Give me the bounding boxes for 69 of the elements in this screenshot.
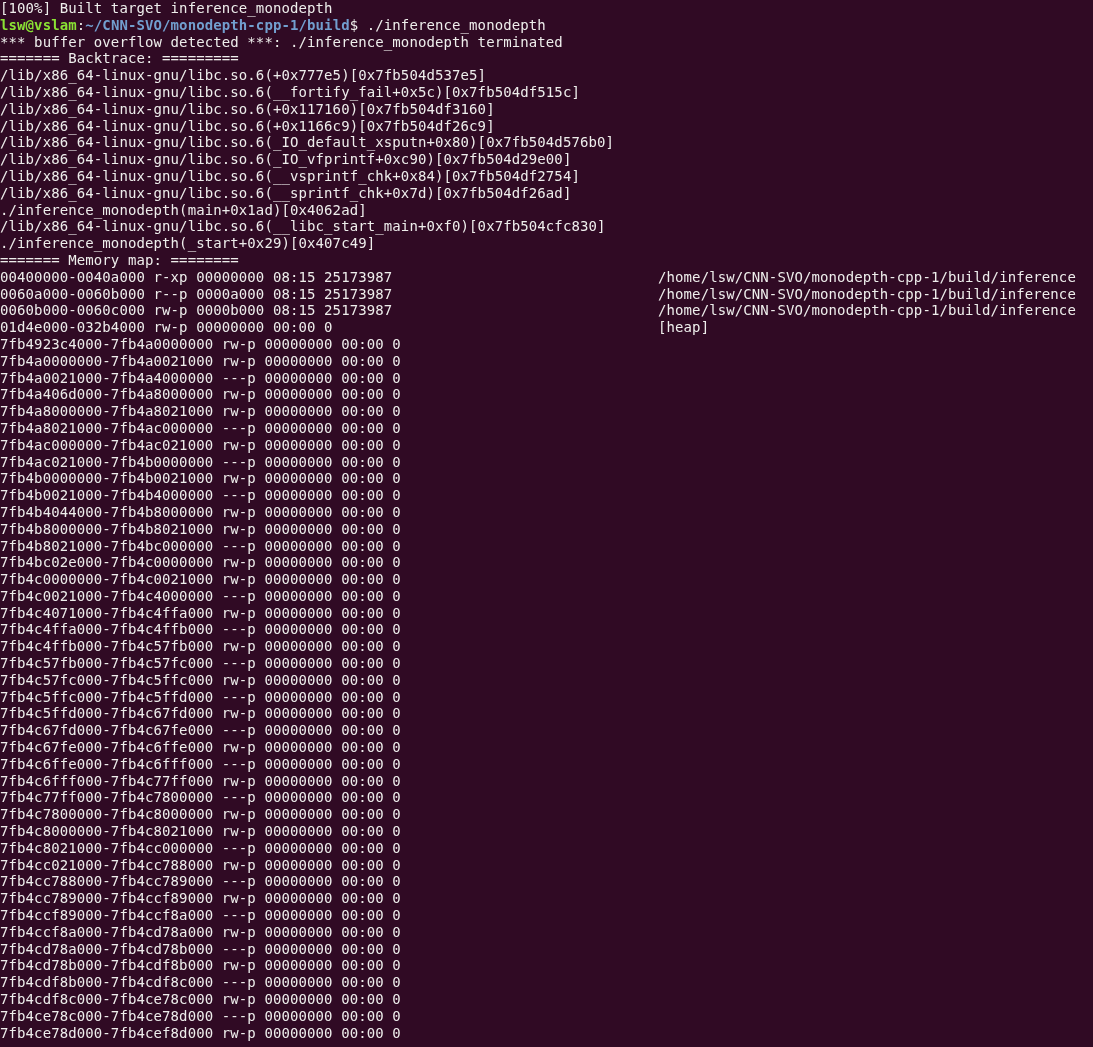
terminal-line: 7fb4b8000000-7fb4b8021000 rw-p 00000000 00:00 0 <box>0 520 402 538</box>
terminal-line: 7fb4cc788000-7fb4cc789000 ---p 00000000 00:00 0 <box>0 873 402 891</box>
terminal-line: 7fb4cc789000-7fb4ccf89000 rw-p 00000000 00:00 0 <box>0 890 402 908</box>
memory-map-entry: 0060b000-0060c000 rw-p 0000b000 08:15 25173987 <box>0 302 394 320</box>
terminal-line: 7fb4c67fe000-7fb4c6ffe000 rw-p 00000000 00:00 0 <box>0 739 402 756</box>
terminal-line: 7fb4c57fb000-7fb4c57fc000 ---p 00000000 00:00 0 <box>0 655 402 672</box>
terminal-line: 7fb4bc02e000-7fb4c0000000 rw-p 00000000 00:00 0 <box>0 554 402 572</box>
terminal-line: 7fb4ce78d000-7fb4cef8d000 rw-p 00000000 00:00 0 <box>0 1024 402 1042</box>
terminal-line: /lib/x86_64-linux-gnu/libc.so.6(+0x777e5)[0x7fb504d537e5] <box>0 67 488 84</box>
terminal-line: 7fb4a406d000-7fb4a8000000 rw-p 00000000 00:00 0 <box>0 386 402 404</box>
terminal-line: 7fb4ccf89000-7fb4ccf8a000 ---p 00000000 00:00 0 <box>0 907 402 924</box>
memory-map-entry: 0060a000-0060b000 r--p 0000a000 08:15 25173987 <box>0 285 394 303</box>
terminal-line: 7fb4c5ffd000-7fb4c67fd000 rw-p 00000000 00:00 0 <box>0 705 402 723</box>
terminal-line: 7fb4cdf8c000-7fb4ce78c000 rw-p 00000000 00:00 0 <box>0 991 402 1008</box>
terminal-line: [100%] Built target inference_monodepth <box>0 0 334 17</box>
terminal-line: 7fb4c67fd000-7fb4c67fe000 ---p 00000000 00:00 0 <box>0 722 402 740</box>
terminal-line: /lib/x86_64-linux-gnu/libc.so.6(_IO_default_xsputn+0x80)[0x7fb504d576b0] <box>0 134 616 152</box>
terminal-line: /lib/x86_64-linux-gnu/libc.so.6(__sprintf_chk+0x7d)[0x7fb504df26ad] <box>0 184 572 202</box>
terminal-line: 7fb4b0000000-7fb4b0021000 rw-p 00000000 00:00 0 <box>0 470 402 488</box>
terminal-line: 7fb4ccf8a000-7fb4cd78a000 rw-p 00000000 00:00 0 <box>0 923 402 941</box>
terminal-line: /lib/x86_64-linux-gnu/libc.so.6(+0x117160)[0x7fb504df3160] <box>0 100 495 118</box>
terminal-line: 7fb4cd78b000-7fb4cdf8b000 rw-p 00000000 00:00 0 <box>0 957 402 975</box>
memory-map-path: /home/lsw/CNN-SVO/monodepth-cpp-1/build/inference <box>658 268 1076 286</box>
terminal-line: /lib/x86_64-linux-gnu/libc.so.6(__vsprintf_chk+0x84)[0x7fb504df2754] <box>0 167 581 185</box>
terminal-line: ./inference_monodepth(_start+0x29)[0x407c49] <box>0 235 377 252</box>
terminal-line: 7fb4c7800000-7fb4c8000000 rw-p 00000000 00:00 0 <box>0 806 402 824</box>
terminal-line: 7fb4b8021000-7fb4bc000000 ---p 00000000 00:00 0 <box>0 537 402 555</box>
terminal-line: 7fb4ce78c000-7fb4ce78d000 ---p 00000000 00:00 0 <box>0 1007 402 1025</box>
terminal-line: 7fb4cc021000-7fb4cc788000 rw-p 00000000 00:00 0 <box>0 856 402 874</box>
terminal-line: 7fb4a0021000-7fb4a4000000 ---p 00000000 00:00 0 <box>0 369 402 387</box>
terminal-line: 7fb4c0021000-7fb4c4000000 ---p 00000000 00:00 0 <box>0 587 402 605</box>
terminal-line: /lib/x86_64-linux-gnu/libc.so.6(__libc_start_main+0xf0)[0x7fb504cfc830] <box>0 218 607 236</box>
memory-map-entry: 00400000-0040a000 r-xp 00000000 08:15 25173987 <box>0 268 394 286</box>
prompt-separator: : <box>76 16 86 34</box>
terminal-line: 7fb4c5ffc000-7fb4c5ffd000 ---p 00000000 00:00 0 <box>0 688 402 706</box>
prompt-path: ~/CNN-SVO/monodepth-cpp-1/build <box>85 16 350 34</box>
terminal-line: 7fb4c6ffe000-7fb4c6fff000 ---p 00000000 00:00 0 <box>0 755 402 773</box>
terminal-line: 7fb4c6fff000-7fb4c77ff000 rw-p 00000000 00:00 0 <box>0 772 402 790</box>
terminal-line: 7fb4a8000000-7fb4a8021000 rw-p 00000000 00:00 0 <box>0 403 402 420</box>
terminal-line: 7fb4c8000000-7fb4c8021000 rw-p 00000000 00:00 0 <box>0 823 402 840</box>
terminal-line: 7fb4923c4000-7fb4a0000000 rw-p 00000000 00:00 0 <box>0 335 402 353</box>
terminal-line: 7fb4ac000000-7fb4ac021000 rw-p 00000000 00:00 0 <box>0 436 402 454</box>
terminal-line: 7fb4c8021000-7fb4cc000000 ---p 00000000 00:00 0 <box>0 839 402 857</box>
terminal-line: 7fb4a8021000-7fb4ac000000 ---p 00000000 00:00 0 <box>0 419 402 437</box>
terminal-line: ======= Memory map: ======== <box>0 251 239 269</box>
terminal-line: 7fb4c4071000-7fb4c4ffa000 rw-p 00000000 00:00 0 <box>0 604 402 622</box>
terminal-line: 7fb4ac021000-7fb4b0000000 ---p 00000000 00:00 0 <box>0 453 402 471</box>
terminal-line: 7fb4b0021000-7fb4b4000000 ---p 00000000 00:00 0 <box>0 487 402 504</box>
memory-map-path: /home/lsw/CNN-SVO/monodepth-cpp-1/build/inference <box>658 285 1076 303</box>
terminal-line: 7fb4c57fc000-7fb4c5ffc000 rw-p 00000000 00:00 0 <box>0 671 402 689</box>
terminal-line: *** buffer overflow detected ***: ./inference_monodepth terminated <box>0 33 564 51</box>
memory-map-path: /home/lsw/CNN-SVO/monodepth-cpp-1/build/inference <box>658 302 1076 320</box>
terminal-line: 7fb4b4044000-7fb4b8000000 rw-p 00000000 00:00 0 <box>0 503 402 521</box>
terminal-line: 7fb4c77ff000-7fb4c7800000 ---p 00000000 00:00 0 <box>0 789 402 807</box>
memory-map-entry: 01d4e000-032b4000 rw-p 00000000 00:00 0 <box>0 319 334 336</box>
terminal-line: 7fb4c4ffa000-7fb4c4ffb000 ---p 00000000 00:00 0 <box>0 621 402 639</box>
terminal-line: 7fb4c0000000-7fb4c0021000 rw-p 00000000 00:00 0 <box>0 571 402 588</box>
terminal-line: /lib/x86_64-linux-gnu/libc.so.6(__fortify_fail+0x5c)[0x7fb504df515c] <box>0 84 581 101</box>
terminal-line: 7fb4cd78a000-7fb4cd78b000 ---p 00000000 00:00 0 <box>0 940 402 958</box>
terminal-line: /lib/x86_64-linux-gnu/libc.so.6(+0x1166c9)[0x7fb504df26c9] <box>0 117 496 135</box>
terminal-line: 7fb4c4ffb000-7fb4c57fb000 rw-p 00000000 00:00 0 <box>0 638 402 656</box>
prompt-user-host: lsw@vslam <box>0 16 77 34</box>
terminal-line: 7fb4a0000000-7fb4a0021000 rw-p 00000000 00:00 0 <box>0 352 402 370</box>
terminal-line: 7fb4cdf8b000-7fb4cdf8c000 ---p 00000000 00:00 0 <box>0 974 402 991</box>
terminal-line: ======= Backtrace: ========= <box>0 50 240 68</box>
prompt-command: $ ./inference_monodepth <box>349 16 546 34</box>
memory-map-path: [heap] <box>658 319 710 336</box>
terminal-line: ./inference_monodepth(main+0x1ad)[0x4062ad] <box>0 201 367 219</box>
terminal-line: /lib/x86_64-linux-gnu/libc.so.6(_IO_vfprintf+0xc90)[0x7fb504d29e00] <box>0 151 573 168</box>
